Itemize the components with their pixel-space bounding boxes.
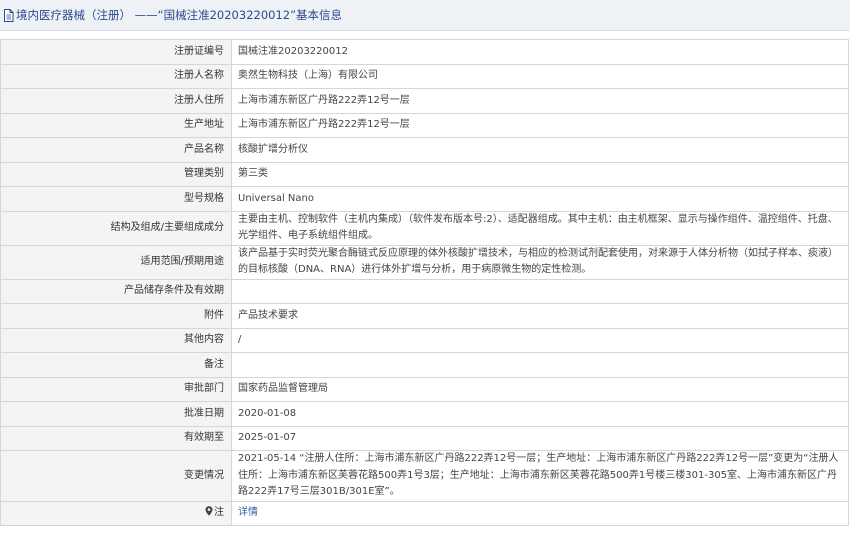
- field-value: 核酸扩增分析仪: [231, 137, 849, 163]
- table-row: 注册人名称 奥然生物科技（上海）有限公司: [0, 63, 849, 89]
- note-value: 详情: [231, 500, 849, 526]
- field-label: 结构及组成/主要组成成分: [0, 210, 232, 246]
- field-label: 型号规格: [0, 186, 232, 212]
- field-value: 2021-05-14 “注册人住所：上海市浦东新区广丹路222弄12号一层；生产…: [231, 450, 849, 502]
- table-row: 审批部门 国家药品监督管理局: [0, 376, 849, 402]
- field-value: 国家药品监督管理局: [231, 376, 849, 402]
- table-row: 生产地址 上海市浦东新区广丹路222弄12号一层: [0, 112, 849, 138]
- field-value: 该产品基于实时荧光聚合酶链式反应原理的体外核酸扩增技术，与相应的检测试剂配套使用…: [231, 244, 849, 280]
- field-label: 生产地址: [0, 112, 232, 138]
- table-row: 注册人住所 上海市浦东新区广丹路222弄12号一层: [0, 88, 849, 114]
- note-label: 注: [0, 500, 232, 526]
- table-row: 变更情况 2021-05-14 “注册人住所：上海市浦东新区广丹路222弄12号…: [0, 450, 849, 502]
- field-value: 2025-01-07: [231, 425, 849, 451]
- field-value: 主要由主机、控制软件（主机内集成）（软件发布版本号:2）、适配器组成。其中主机：…: [231, 210, 849, 246]
- note-row: 注 详情: [0, 500, 849, 526]
- field-label: 有效期至: [0, 425, 232, 451]
- field-value: 上海市浦东新区广丹路222弄12号一层: [231, 88, 849, 114]
- field-value: 产品技术要求: [231, 303, 849, 329]
- table-row: 备注: [0, 352, 849, 378]
- table-row: 有效期至 2025-01-07: [0, 425, 849, 451]
- table-row: 管理类别 第三类: [0, 161, 849, 187]
- table-row: 产品储存条件及有效期: [0, 278, 849, 304]
- page-header: 境内医疗器械（注册） ——“国械注准20203220012”基本信息: [0, 0, 850, 31]
- field-label: 附件: [0, 303, 232, 329]
- details-link[interactable]: 详情: [238, 507, 258, 518]
- field-label: 注册证编号: [0, 39, 232, 65]
- field-label: 备注: [0, 352, 232, 378]
- document-icon: [4, 8, 14, 22]
- field-value: 上海市浦东新区广丹路222弄12号一层: [231, 112, 849, 138]
- table-row: 注册证编号 国械注准20203220012: [0, 39, 849, 65]
- field-label: 适用范围/预期用途: [0, 244, 232, 280]
- field-label: 管理类别: [0, 161, 232, 187]
- table-row: 结构及组成/主要组成成分 主要由主机、控制软件（主机内集成）（软件发布版本号:2…: [0, 210, 849, 246]
- field-label: 注册人住所: [0, 88, 232, 114]
- table-row: 产品名称 核酸扩增分析仪: [0, 137, 849, 163]
- table-row: 附件 产品技术要求: [0, 303, 849, 329]
- map-pin-icon: [205, 506, 213, 516]
- field-label: 产品储存条件及有效期: [0, 278, 232, 304]
- field-label: 产品名称: [0, 137, 232, 163]
- field-value: Universal Nano: [231, 186, 849, 212]
- field-label: 注册人名称: [0, 63, 232, 89]
- field-value: 第三类: [231, 161, 849, 187]
- device-info-table: 注册证编号 国械注准20203220012 注册人名称 奥然生物科技（上海）有限…: [0, 39, 849, 526]
- field-value: [231, 352, 849, 378]
- table-row: 批准日期 2020-01-08: [0, 401, 849, 427]
- field-value: 奥然生物科技（上海）有限公司: [231, 63, 849, 89]
- field-value: /: [231, 327, 849, 353]
- field-label: 批准日期: [0, 401, 232, 427]
- field-label: 变更情况: [0, 450, 232, 502]
- field-label: 其他内容: [0, 327, 232, 353]
- page-title: 境内医疗器械（注册） ——“国械注准20203220012”基本信息: [16, 8, 343, 22]
- note-label-text: 注: [214, 507, 224, 518]
- table-row: 型号规格 Universal Nano: [0, 186, 849, 212]
- field-value: [231, 278, 849, 304]
- field-label: 审批部门: [0, 376, 232, 402]
- table-row: 其他内容 /: [0, 327, 849, 353]
- field-value: 国械注准20203220012: [231, 39, 849, 65]
- table-row: 适用范围/预期用途 该产品基于实时荧光聚合酶链式反应原理的体外核酸扩增技术，与相…: [0, 244, 849, 280]
- field-value: 2020-01-08: [231, 401, 849, 427]
